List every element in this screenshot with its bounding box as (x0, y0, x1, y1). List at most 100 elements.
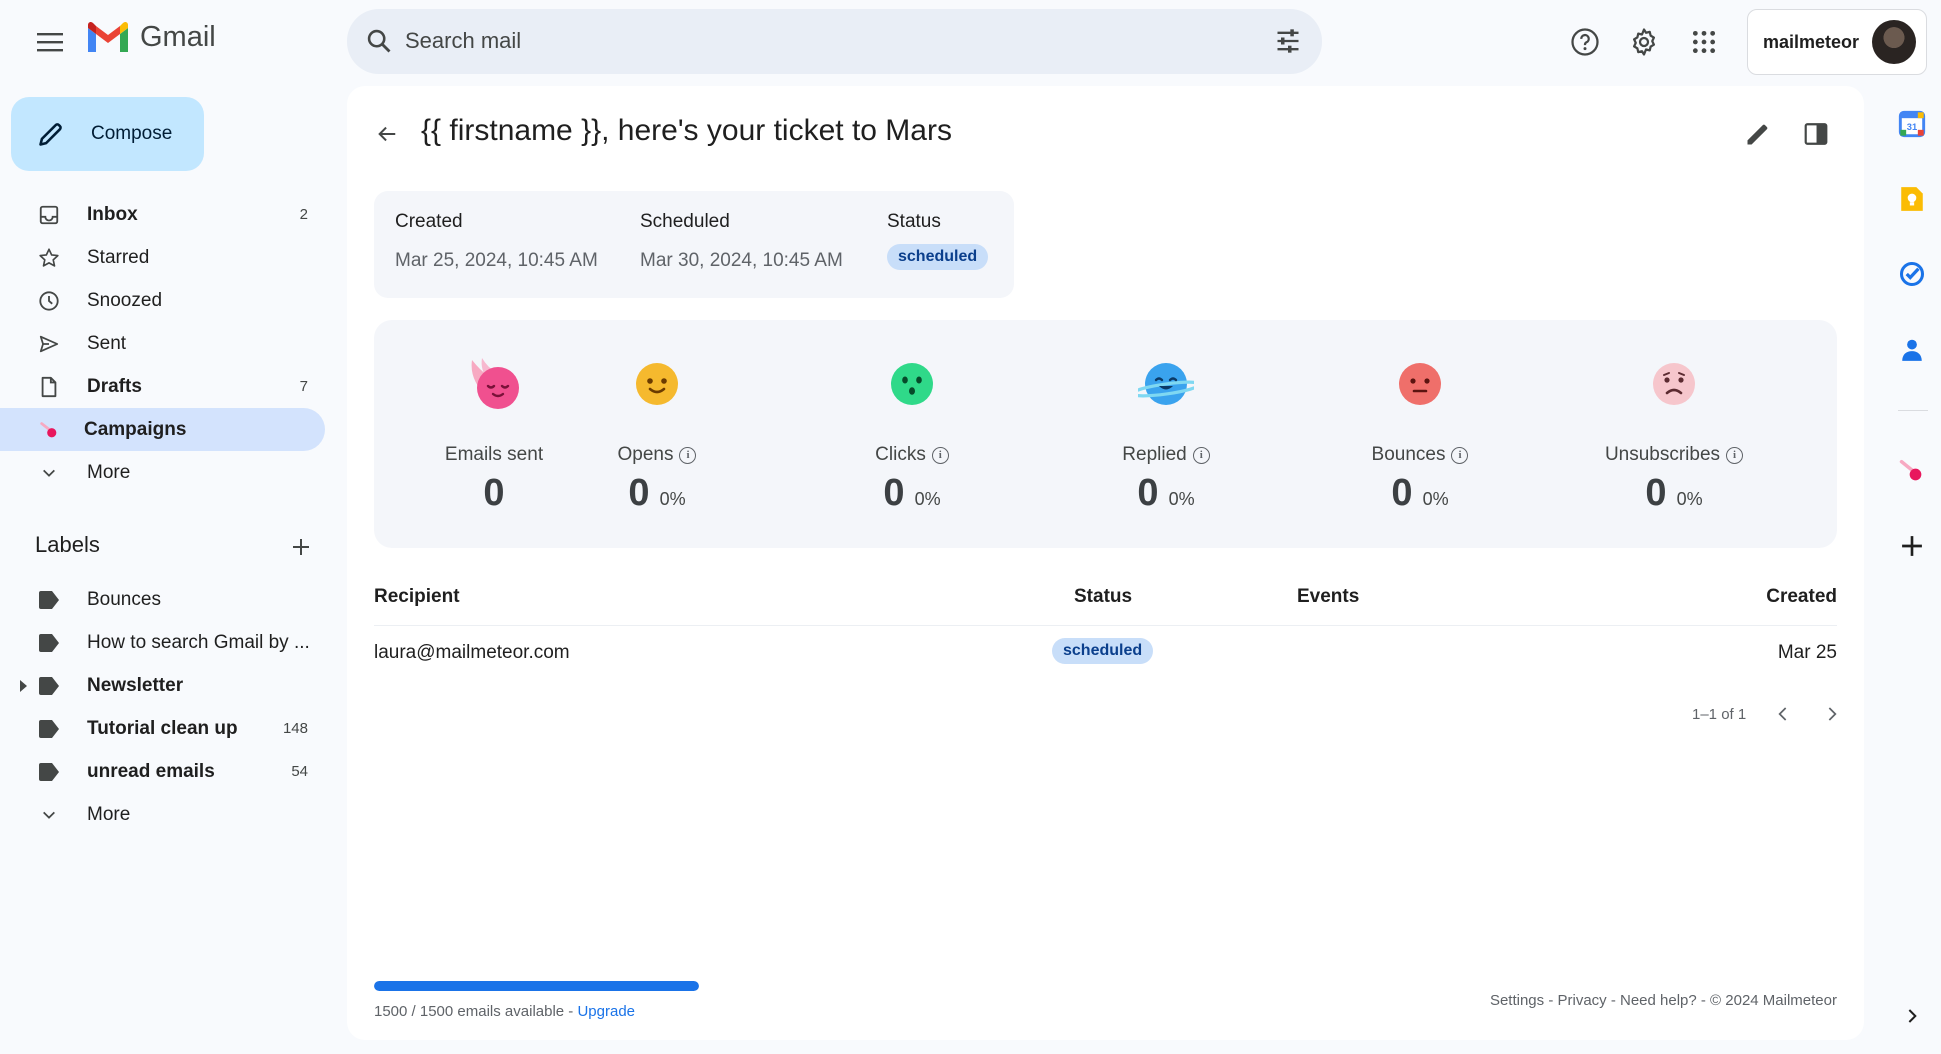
settings-button[interactable] (1624, 22, 1664, 62)
back-button[interactable] (369, 116, 405, 152)
next-page-button[interactable] (1817, 699, 1847, 729)
contacts-app-button[interactable] (1896, 334, 1928, 366)
meta-status: Status scheduled (887, 211, 989, 270)
search-icon[interactable] (365, 27, 393, 55)
expand-caret-icon[interactable] (20, 679, 27, 692)
info-icon[interactable]: i (1726, 446, 1744, 464)
meteor-icon (36, 417, 62, 443)
calendar-icon: 31 (1898, 110, 1926, 138)
sidebar-item-label: Inbox (87, 203, 138, 225)
mailmeteor-addon-button[interactable] (1896, 455, 1928, 487)
label-item-how-to-search[interactable]: How to search Gmail by ... (0, 621, 330, 664)
sidebar-item-label: Snoozed (87, 289, 163, 311)
info-icon[interactable]: i (679, 446, 697, 464)
apps-button[interactable] (1684, 22, 1724, 62)
inbox-icon (36, 202, 62, 228)
meta-label: Status (887, 211, 941, 232)
labels-list: Bounces How to search Gmail by ... Newsl… (0, 578, 330, 836)
stat-value: 0 0% (1645, 472, 1703, 514)
column-header-created[interactable]: Created (1766, 586, 1837, 608)
sidebar-item-sent[interactable]: Sent (0, 322, 330, 365)
label-name: How to search Gmail by ... (87, 631, 310, 653)
campaign-title: {{ firstname }}, here's your ticket to M… (421, 114, 952, 147)
label-name: Newsletter (87, 674, 184, 696)
labels-heading: Labels (35, 532, 100, 557)
row-created: Mar 25 (1777, 642, 1837, 663)
meta-value: Mar 30, 2024, 10:45 AM (640, 250, 843, 271)
search-bar[interactable] (347, 9, 1322, 74)
sidebar-item-drafts[interactable]: Drafts 7 (0, 365, 330, 408)
toggle-side-panel-button[interactable] (1798, 116, 1834, 152)
search-input[interactable] (405, 19, 1205, 63)
sidebar-item-snoozed[interactable]: Snoozed (0, 279, 330, 322)
column-header-status[interactable]: Status (1074, 586, 1132, 608)
label-item-tutorial-clean-up[interactable]: Tutorial clean up 148 (0, 707, 330, 750)
meta-value: Mar 25, 2024, 10:45 AM (395, 250, 598, 271)
sidebar-item-inbox[interactable]: Inbox 2 (0, 193, 330, 236)
svg-text:31: 31 (1907, 122, 1917, 132)
chevron-down-icon (36, 460, 62, 486)
label-count: 54 (291, 763, 308, 780)
column-header-recipient[interactable]: Recipient (374, 586, 460, 608)
account-switcher[interactable]: mailmeteor (1747, 9, 1927, 75)
row-status: scheduled (1052, 638, 1154, 664)
label-item-unread-emails[interactable]: unread emails 54 (0, 750, 330, 793)
pencil-icon (1747, 124, 1768, 145)
sidebar-more-button[interactable]: More (0, 451, 330, 494)
keep-icon (1901, 187, 1923, 211)
chevron-down-icon (36, 802, 62, 828)
help-icon (1571, 28, 1599, 56)
status-badge: scheduled (1052, 638, 1154, 664)
label-count: 148 (282, 720, 308, 737)
unread-count: 2 (299, 206, 308, 223)
column-header-events[interactable]: Events (1297, 586, 1359, 608)
sidebar-item-starred[interactable]: Starred (0, 236, 330, 279)
label-item-newsletter[interactable]: Newsletter (0, 664, 330, 707)
previous-page-button[interactable] (1768, 699, 1798, 729)
get-addons-button[interactable] (1896, 530, 1928, 562)
stat-label: Bounces i (1300, 444, 1540, 466)
main-menu-button[interactable] (30, 22, 70, 62)
hide-side-panel-button[interactable] (1896, 1000, 1928, 1032)
meta-label: Created (395, 211, 463, 232)
table-row[interactable]: laura@mailmeteor.com scheduled Mar 25 (374, 638, 1837, 682)
label-item-bounces[interactable]: Bounces (0, 578, 330, 621)
support-button[interactable] (1565, 22, 1605, 62)
info-icon[interactable]: i (931, 446, 949, 464)
draft-icon (36, 374, 62, 400)
recipient-email: laura@mailmeteor.com (374, 642, 570, 663)
chevron-left-icon (1778, 707, 1787, 721)
calendar-app-button[interactable]: 31 (1896, 108, 1928, 140)
search-options-icon[interactable] (1274, 27, 1302, 55)
sidebar-item-label: Sent (87, 332, 127, 354)
side-panel-icon (1804, 123, 1828, 145)
arrow-left-icon (378, 126, 396, 142)
edit-campaign-button[interactable] (1740, 116, 1776, 152)
gmail-logo[interactable]: Gmail (86, 20, 216, 54)
compose-button[interactable]: Compose (11, 97, 204, 171)
rail-divider (1898, 410, 1928, 411)
label-icon (36, 759, 62, 785)
label-icon (36, 673, 62, 699)
labels-more-button[interactable]: More (0, 793, 330, 836)
create-label-button[interactable] (286, 532, 316, 562)
label-name: unread emails (87, 760, 215, 782)
sidebar-item-label: Campaigns (84, 418, 187, 440)
info-icon[interactable]: i (1451, 446, 1469, 464)
info-icon[interactable]: i (1192, 446, 1210, 464)
opens-face-icon (636, 363, 678, 405)
avatar[interactable] (1872, 20, 1916, 64)
upgrade-link[interactable]: Upgrade (577, 1003, 635, 1020)
stat-label: Replied i (1046, 444, 1286, 466)
campaign-panel: {{ firstname }}, here's your ticket to M… (347, 86, 1864, 1040)
pencil-icon (39, 123, 62, 146)
label-name: Bounces (87, 588, 161, 610)
tasks-app-button[interactable] (1896, 258, 1928, 290)
unsubscribes-face-icon (1653, 363, 1695, 405)
sidebar-item-campaigns[interactable]: Campaigns (0, 408, 325, 451)
replied-face-icon (1138, 363, 1194, 405)
footer-links[interactable]: Settings - Privacy - Need help? - © 2024… (1490, 992, 1837, 1009)
compose-label: Compose (91, 123, 173, 144)
contacts-icon (1902, 339, 1922, 361)
keep-app-button[interactable] (1896, 183, 1928, 215)
